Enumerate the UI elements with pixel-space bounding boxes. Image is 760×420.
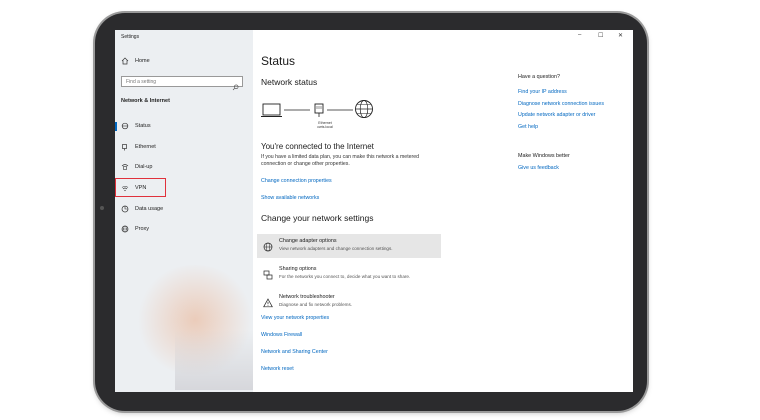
search-placeholder: Find a setting — [126, 79, 157, 85]
page-title: Status — [261, 54, 296, 68]
connection-status-description: If you have a limited data plan, you can… — [261, 154, 420, 168]
sidebar-item-label: Home — [135, 58, 150, 64]
adapter-label: Ethernet cwts.local — [313, 121, 337, 130]
connection-status-title: You're connected to the Internet — [261, 142, 374, 151]
sidebar-item-vpn[interactable]: VPN — [121, 184, 146, 192]
sidebar-item-label: Proxy — [135, 226, 150, 232]
give-feedback-link[interactable]: Give us feedback — [518, 165, 559, 171]
network-status-heading: Network status — [261, 77, 318, 87]
option-subtitle: View network adapters and change connect… — [279, 246, 393, 251]
change-adapter-options-item[interactable]: Change adapter options View network adap… — [257, 234, 441, 258]
option-title: Sharing options — [279, 266, 317, 272]
minimize-button[interactable]: – — [578, 32, 581, 38]
search-input[interactable]: Find a setting — [121, 76, 243, 91]
ethernet-icon — [121, 143, 129, 151]
vpn-icon — [121, 184, 129, 192]
sidebar-item-proxy[interactable]: Proxy — [121, 225, 149, 233]
question-heading: Have a question? — [518, 74, 560, 80]
network-reset-link[interactable]: Network reset — [261, 366, 294, 372]
proxy-icon — [121, 225, 129, 233]
dialup-icon — [121, 163, 129, 171]
network-sharing-center-link[interactable]: Network and Sharing Center — [261, 349, 328, 355]
change-connection-properties-link[interactable]: Change connection properties — [261, 178, 332, 184]
home-icon — [121, 57, 129, 65]
sidebar: Settings Home Find a setting Network & I… — [115, 30, 253, 392]
sidebar-item-dialup[interactable]: Dial-up — [121, 163, 152, 171]
sidebar-item-label: Ethernet — [135, 144, 156, 150]
search-icon — [232, 78, 239, 91]
sidebar-item-label: VPN — [135, 185, 147, 191]
option-subtitle: Diagnose and fix network problems. — [279, 302, 353, 307]
sidebar-item-label: Data usage — [135, 206, 164, 212]
sharing-options-item[interactable]: Sharing options For the networks you con… — [257, 262, 441, 286]
ethernet-adapter-icon — [314, 103, 324, 117]
windows-firewall-link[interactable]: Windows Firewall — [261, 332, 302, 338]
blurred-background-shape — [175, 330, 253, 390]
sidebar-item-label: Dial-up — [135, 164, 153, 170]
option-title: Change adapter options — [279, 238, 337, 244]
close-button[interactable]: ✕ — [618, 32, 623, 39]
show-available-networks-link[interactable]: Show available networks — [261, 195, 319, 201]
option-title: Network troubleshooter — [279, 294, 335, 300]
selected-indicator — [115, 122, 117, 131]
adapter-domain: cwts.local — [317, 125, 333, 130]
globe-icon — [355, 100, 373, 118]
sidebar-item-home[interactable]: Home — [121, 57, 150, 65]
find-ip-link[interactable]: Find your IP address — [518, 89, 567, 95]
app-title: Settings — [121, 34, 140, 40]
settings-window: Settings Home Find a setting Network & I… — [115, 30, 633, 392]
laptop-icon — [261, 103, 282, 117]
sidebar-item-ethernet[interactable]: Ethernet — [121, 143, 156, 151]
maximize-button[interactable]: ☐ — [598, 32, 603, 39]
diagnose-link[interactable]: Diagnose network connection issues — [518, 101, 604, 107]
camera-dot — [100, 206, 104, 210]
option-subtitle: For the networks you connect to, decide … — [279, 274, 411, 279]
change-settings-heading: Change your network settings — [261, 213, 374, 223]
update-adapter-link[interactable]: Update network adapter or driver — [518, 112, 595, 118]
make-windows-better-heading: Make Windows better — [518, 153, 570, 159]
network-troubleshooter-item[interactable]: Network troubleshooter Diagnose and fix … — [257, 290, 441, 314]
main-content: – ☐ ✕ Status Network status Ethernet cwt… — [253, 30, 633, 392]
status-icon — [121, 122, 129, 130]
adapter-globe-icon — [263, 239, 273, 252]
sharing-icon — [263, 267, 273, 280]
view-network-properties-link[interactable]: View your network properties — [261, 315, 329, 321]
section-title: Network & Internet — [121, 98, 170, 104]
get-help-link[interactable]: Get help — [518, 124, 538, 130]
sidebar-item-status[interactable]: Status — [121, 122, 151, 130]
data-usage-icon — [121, 205, 129, 213]
warning-icon — [263, 295, 273, 308]
sidebar-item-data-usage[interactable]: Data usage — [121, 205, 163, 213]
sidebar-item-label: Status — [135, 123, 151, 129]
